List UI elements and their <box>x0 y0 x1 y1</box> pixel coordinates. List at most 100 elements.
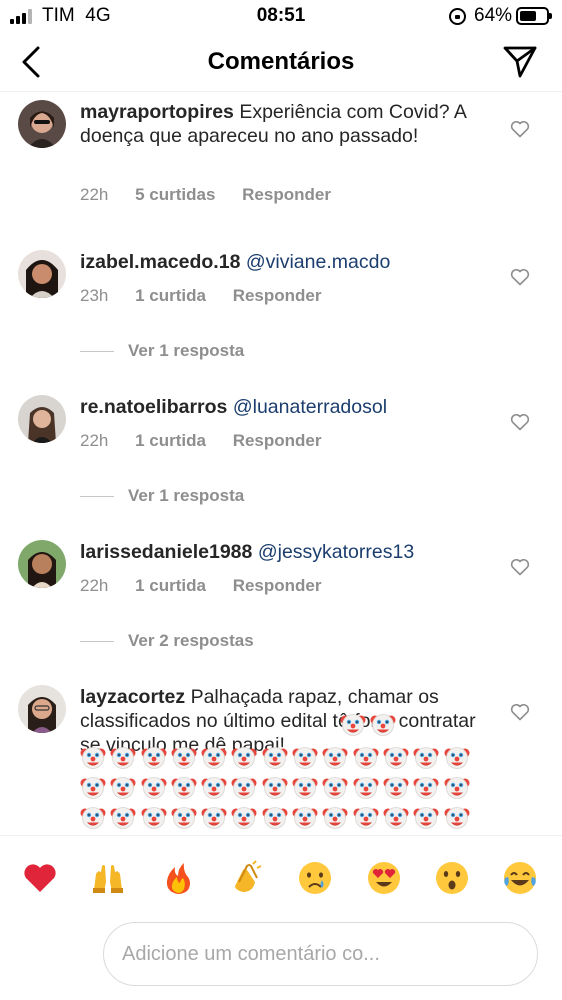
view-replies-button[interactable]: Ver 1 resposta <box>80 341 244 361</box>
comment-likes[interactable]: 1 curtida <box>135 576 206 595</box>
avatar[interactable] <box>18 100 66 148</box>
clown-face-icon <box>413 777 439 799</box>
comment-username[interactable]: larissedaniele1988 <box>80 541 252 563</box>
astonished-face-icon[interactable] <box>434 860 470 896</box>
clown-face-icon <box>201 807 227 829</box>
clown-face-icon <box>292 747 318 769</box>
avatar[interactable] <box>18 685 66 733</box>
orientation-lock-icon <box>449 8 466 25</box>
clown-face-icon <box>444 777 470 799</box>
like-heart-icon[interactable] <box>510 268 530 286</box>
comment-meta: 22h 1 curtida Responder <box>80 576 344 596</box>
clown-face-icon <box>171 747 197 769</box>
avatar[interactable] <box>18 395 66 443</box>
battery-icon <box>516 7 552 25</box>
replies-divider <box>80 351 114 353</box>
clown-face-icon <box>141 807 167 829</box>
comment-time: 22h <box>80 185 109 204</box>
clown-face-icon <box>231 777 257 799</box>
comment-likes[interactable]: 1 curtida <box>135 286 206 305</box>
add-comment-input[interactable] <box>103 922 538 986</box>
clown-face-icon <box>383 777 409 799</box>
tears-of-joy-face-icon[interactable] <box>502 860 538 896</box>
comment-username[interactable]: layzacortez <box>80 686 185 708</box>
reply-button[interactable]: Responder <box>242 185 331 204</box>
clown-face-icon <box>413 807 439 829</box>
clown-face-icon <box>353 777 379 799</box>
page-title: Comentários <box>207 48 355 75</box>
comment-mention[interactable]: @jessykatorres13 <box>258 541 414 563</box>
clown-face-icon <box>292 807 318 829</box>
avatar[interactable] <box>18 540 66 588</box>
comment-text: larissedaniele1988 @jessykatorres13 <box>80 540 490 564</box>
clown-face-icon <box>262 747 288 769</box>
avatar[interactable] <box>18 250 66 298</box>
comment-likes[interactable]: 5 curtidas <box>135 185 215 204</box>
comment-time: 22h <box>80 431 109 450</box>
clown-face-icon <box>110 807 136 829</box>
status-bar: TIM 4G 08:51 64% <box>0 0 562 34</box>
replies-divider <box>80 496 114 498</box>
quick-reactions-bar <box>0 835 562 919</box>
share-send-icon[interactable] <box>502 45 538 79</box>
clown-face-icon <box>141 777 167 799</box>
comment-text: mayraportopires Experiência com Covid? A… <box>80 100 490 148</box>
clown-face-icon <box>353 747 379 769</box>
like-heart-icon[interactable] <box>510 703 530 721</box>
clown-face-icon <box>383 807 409 829</box>
comment-meta: 22h 5 curtidas Responder <box>80 185 353 205</box>
comment-mention[interactable]: @luanaterradosol <box>233 396 387 418</box>
red-heart-icon[interactable] <box>22 860 58 896</box>
clown-face-icon <box>171 807 197 829</box>
comment-username[interactable]: mayraportopires <box>80 101 234 123</box>
reply-button[interactable]: Responder <box>233 576 322 595</box>
reply-button[interactable]: Responder <box>233 286 322 305</box>
clown-face-icon <box>322 777 348 799</box>
comment-username[interactable]: re.natoelibarros <box>80 396 227 418</box>
like-heart-icon[interactable] <box>510 558 530 576</box>
comments-list: mayraportopires Experiência com Covid? A… <box>0 92 562 835</box>
comment-meta: 23h 1 curtida Responder <box>80 286 344 306</box>
clown-face-icon <box>340 714 366 736</box>
header: Comentários <box>0 34 562 92</box>
battery-fill <box>520 11 536 21</box>
battery-percentage: 64% <box>474 5 513 26</box>
clown-face-icon <box>80 807 106 829</box>
clown-face-icon <box>201 747 227 769</box>
clown-face-icon <box>171 777 197 799</box>
clown-face-icon <box>262 777 288 799</box>
clown-face-icon <box>292 777 318 799</box>
clown-face-icon <box>80 747 106 769</box>
comment-username[interactable]: izabel.macedo.18 <box>80 251 240 273</box>
clown-face-icon <box>80 777 106 799</box>
raising-hands-icon[interactable] <box>90 860 126 896</box>
crying-face-icon[interactable] <box>297 860 333 896</box>
comment-mention[interactable]: @viviane.macdo <box>246 251 390 273</box>
clapping-hands-icon[interactable] <box>227 860 263 896</box>
comment-time: 23h <box>80 286 109 305</box>
clown-face-icon <box>231 807 257 829</box>
heart-eyes-face-icon[interactable] <box>366 860 402 896</box>
clown-face-icon <box>383 747 409 769</box>
fire-icon[interactable] <box>160 860 196 896</box>
clown-face-icon <box>110 747 136 769</box>
comment-text: re.natoelibarros @luanaterradosol <box>80 395 490 419</box>
reply-button[interactable]: Responder <box>233 431 322 450</box>
replies-divider <box>80 641 114 643</box>
like-heart-icon[interactable] <box>510 120 530 138</box>
clown-face-icon <box>444 747 470 769</box>
clown-face-icon <box>322 747 348 769</box>
clown-face-icon <box>201 777 227 799</box>
clown-face-icon <box>444 807 470 829</box>
view-replies-button[interactable]: Ver 2 respostas <box>80 631 254 651</box>
like-heart-icon[interactable] <box>510 413 530 431</box>
clown-face-icon <box>322 807 348 829</box>
comment-text: izabel.macedo.18 @viviane.macdo <box>80 250 490 274</box>
clown-face-icon <box>262 807 288 829</box>
comment-likes[interactable]: 1 curtida <box>135 431 206 450</box>
view-replies-button[interactable]: Ver 1 resposta <box>80 486 244 506</box>
comment-meta: 22h 1 curtida Responder <box>80 431 344 451</box>
clown-face-icon <box>413 747 439 769</box>
clown-face-icon <box>141 747 167 769</box>
clown-face-icon <box>110 777 136 799</box>
